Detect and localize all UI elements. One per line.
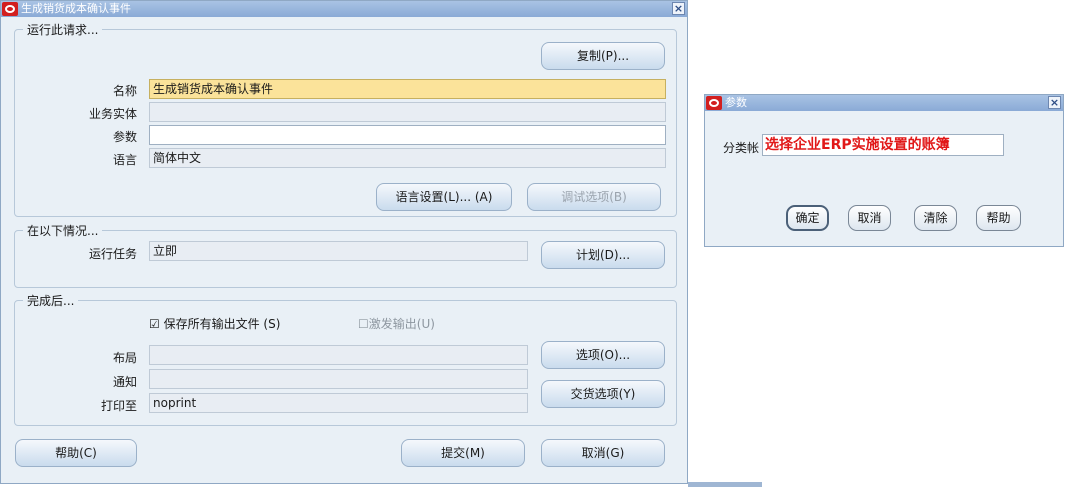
help-button[interactable]: 帮助 [976, 205, 1021, 231]
clear-button[interactable]: 清除 [914, 205, 957, 231]
parameters-window: 参数 × 分类帐 选择企业ERP实施设置的账簿 确定 取消 清除 帮助 [704, 94, 1064, 247]
ok-button[interactable]: 确定 [786, 205, 829, 231]
oracle-logo-icon [2, 2, 18, 16]
name-label: 名称 [112, 84, 137, 98]
language-label: 语言 [112, 153, 137, 167]
burst-output-label: 激发输出(U) [368, 317, 435, 331]
schedule-group-label: 在以下情况... [23, 222, 103, 239]
delivery-options-button[interactable]: 交货选项(Y) [541, 380, 665, 408]
language-settings-button[interactable]: 语言设置(L)... (A) [376, 183, 512, 211]
options-button[interactable]: 选项(O)... [541, 341, 665, 369]
background-window-edge [688, 482, 762, 487]
layout-label: 布局 [112, 351, 137, 365]
checkbox-checked-icon: ☑ [149, 317, 160, 331]
language-field[interactable]: 简体中文 [149, 148, 666, 168]
operating-unit-label: 业务实体 [88, 107, 137, 121]
submit-request-window: 生成销货成本确认事件 × 运行此请求... 复制(P)... 名称 生成销货成本… [0, 0, 688, 484]
params-title-bar[interactable]: 参数 × [705, 95, 1063, 111]
main-window-title: 生成销货成本确认事件 [21, 2, 131, 15]
run-job-field[interactable]: 立即 [149, 241, 528, 261]
parameters-field[interactable] [149, 125, 666, 145]
save-output-checkbox[interactable]: ☑ 保存所有输出文件 (S) [149, 315, 280, 332]
schedule-button[interactable]: 计划(D)... [541, 241, 665, 269]
print-to-field[interactable]: noprint [149, 393, 528, 413]
debug-options-button[interactable]: 调试选项(B) [527, 183, 661, 211]
parameters-label: 参数 [112, 130, 137, 144]
run-request-group-label: 运行此请求... [23, 21, 103, 38]
submit-button[interactable]: 提交(M) [401, 439, 525, 467]
burst-output-checkbox[interactable]: ☐激发输出(U) [358, 315, 435, 332]
notify-field[interactable] [149, 369, 528, 389]
checkbox-unchecked-icon: ☐ [358, 317, 369, 331]
oracle-logo-icon [706, 96, 722, 110]
ledger-hint: 选择企业ERP实施设置的账簿 [765, 137, 950, 153]
copy-button[interactable]: 复制(P)... [541, 42, 665, 70]
save-output-label: 保存所有输出文件 (S) [163, 317, 281, 331]
params-window-title: 参数 [725, 96, 747, 109]
help-button[interactable]: 帮助(C) [15, 439, 137, 467]
completion-group-label: 完成后... [23, 292, 79, 309]
layout-field[interactable] [149, 345, 528, 365]
ledger-field[interactable]: 选择企业ERP实施设置的账簿 [762, 134, 1004, 156]
cancel-button[interactable]: 取消(G) [541, 439, 665, 467]
run-job-label: 运行任务 [88, 247, 137, 261]
print-to-label: 打印至 [100, 399, 137, 413]
close-icon[interactable]: × [1048, 96, 1061, 109]
notify-label: 通知 [112, 375, 137, 389]
ledger-label: 分类帐 [723, 141, 760, 155]
name-field[interactable]: 生成销货成本确认事件 [149, 79, 666, 99]
operating-unit-field[interactable] [149, 102, 666, 122]
cancel-button[interactable]: 取消 [848, 205, 891, 231]
close-icon[interactable]: × [672, 2, 685, 15]
main-title-bar[interactable]: 生成销货成本确认事件 × [1, 1, 687, 17]
